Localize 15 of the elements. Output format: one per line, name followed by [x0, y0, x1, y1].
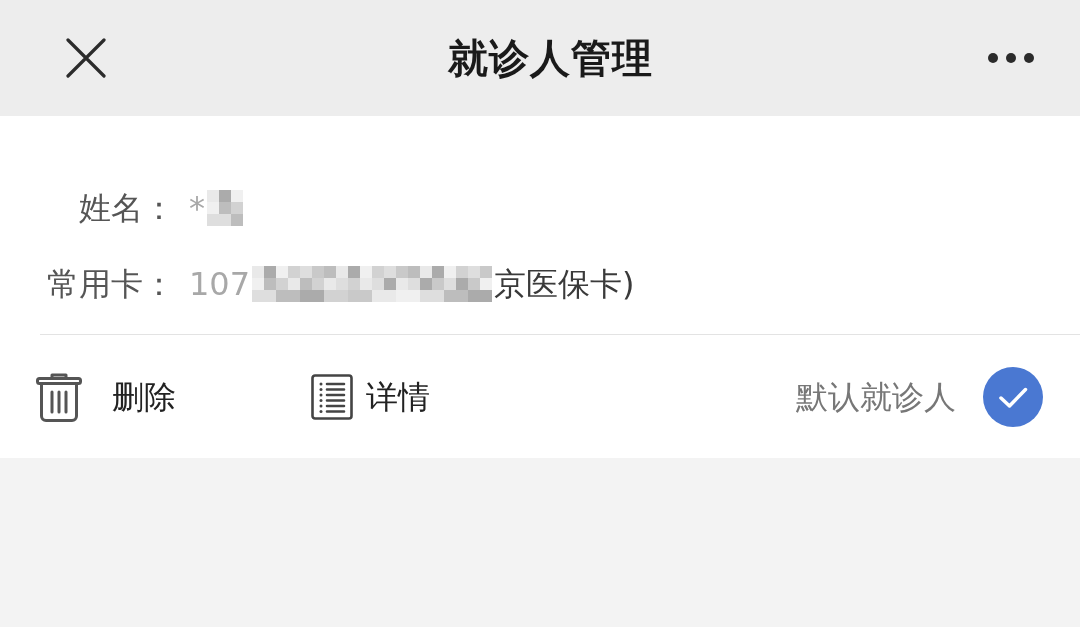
value-text: 京医保卡)	[494, 264, 635, 304]
checked-circle-icon	[983, 367, 1043, 427]
list-document-icon	[311, 374, 353, 420]
faded-value-text: *	[189, 188, 205, 228]
trash-icon	[36, 372, 82, 422]
close-icon	[66, 38, 106, 78]
pixelated-redaction	[207, 190, 243, 226]
default-patient-checkbox[interactable]: 默认就诊人	[796, 367, 1043, 427]
field-label: 常用卡：	[47, 264, 175, 304]
field-label: 姓名：	[79, 188, 175, 228]
delete-button[interactable]: 删除	[36, 372, 176, 422]
more-icon	[988, 53, 1034, 63]
page-title: 就诊人管理	[447, 34, 653, 82]
details-button[interactable]: 详情	[311, 374, 430, 420]
faded-value-text: 107	[189, 264, 251, 304]
